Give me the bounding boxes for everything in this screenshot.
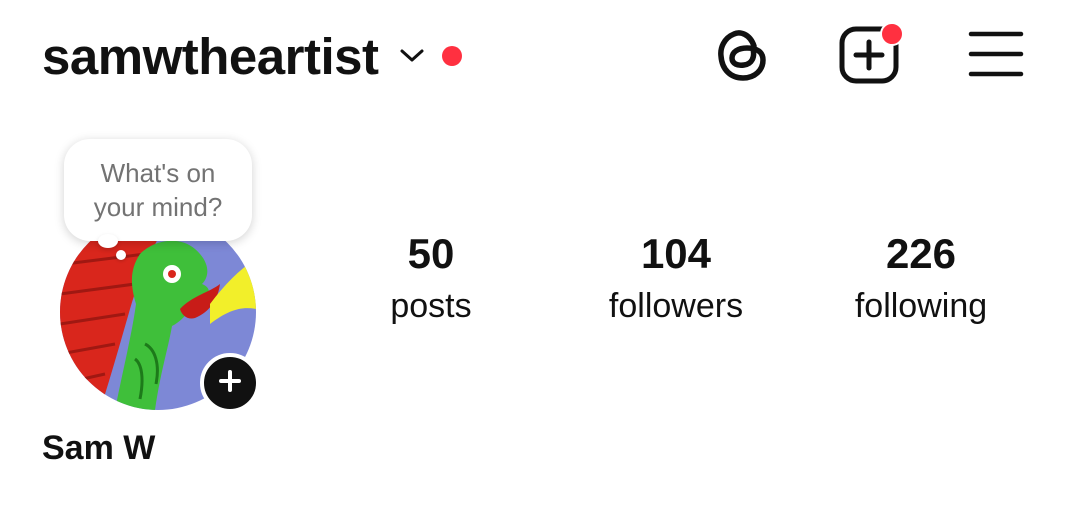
following-label: following [854,287,988,325]
followers-stat[interactable]: 104 followers [566,228,786,326]
chevron-down-icon [398,46,426,66]
username: samwtheartist [42,27,379,85]
posts-label: posts [390,287,472,325]
followers-count: 104 [640,230,712,277]
create-notification-badge [880,22,904,46]
note-bubble[interactable]: What's on your mind? [64,139,252,241]
followers-label: followers [608,287,744,325]
plus-icon [218,369,242,398]
posts-count: 50 [407,230,455,277]
following-count: 226 [885,230,957,277]
threads-button[interactable] [710,24,774,88]
create-post-button[interactable] [834,22,904,90]
following-stat[interactable]: 226 following [811,228,1031,326]
display-name: Sam W [42,429,156,467]
threads-icon [714,24,770,89]
posts-stat[interactable]: 50 posts [321,228,541,326]
account-switcher[interactable]: samwtheartist [42,24,463,88]
hamburger-menu-icon [968,28,1024,85]
note-bubble-tail-small [116,250,126,260]
menu-button[interactable] [962,24,1030,88]
add-story-button[interactable] [200,353,260,413]
profile-header-screen: samwtheartist What's on your mind? Sam W… [0,0,1080,508]
note-bubble-tail [98,234,118,248]
note-placeholder: What's on your mind? [93,158,223,222]
notification-dot [442,46,463,66]
